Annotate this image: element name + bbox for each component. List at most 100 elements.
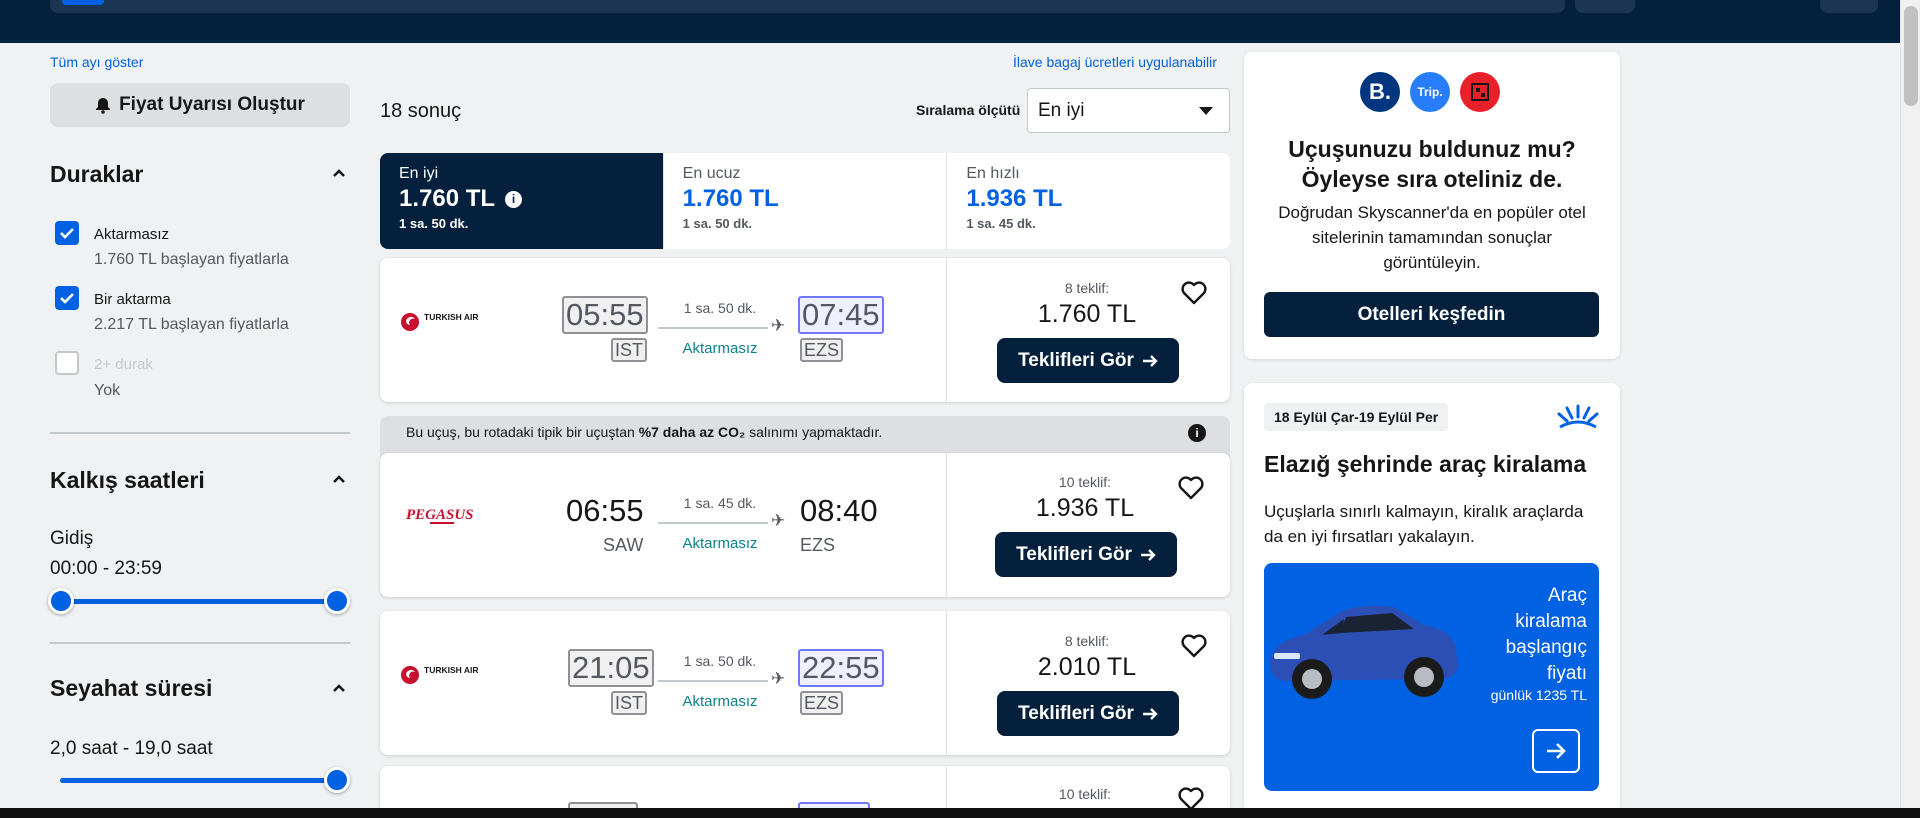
trip-logo: Trip. (1410, 72, 1450, 112)
car-promo-title: Araç kiralama başlangıç fiyatı (1505, 585, 1587, 684)
tab-price: 1.760 TL (399, 185, 496, 212)
chevron-up-icon[interactable] (332, 472, 346, 486)
eco-text-bold: %7 daha az CO₂ (638, 424, 746, 440)
flight-card[interactable]: TURKISH AIRLINES 05:55 IST 1 sa. 50 dk. … (380, 258, 1230, 402)
see-offers-button[interactable]: Teklifleri Gör (995, 532, 1177, 577)
caret-down-icon (1199, 107, 1213, 115)
tab-name: En iyi (399, 165, 439, 182)
heart-icon[interactable] (1180, 280, 1208, 306)
see-offers-label: Teklifleri Gör (1018, 702, 1134, 724)
arrival-airport: EZS (800, 691, 844, 715)
search-summary-field[interactable] (50, 0, 1565, 13)
skyscanner-sun-icon (1557, 404, 1599, 429)
price-alert-button[interactable]: Fiyat Uyarısı Oluştur (50, 83, 350, 127)
departure-slider-max-handle[interactable] (324, 588, 350, 614)
header-button-right[interactable] (1820, 0, 1878, 13)
sort-label: Sıralama ölçütü (916, 102, 1021, 118)
offers-count: 8 teklif: (1064, 280, 1110, 296)
checkmark-icon (60, 293, 74, 304)
departure-airport: IST (611, 338, 648, 362)
sort-select[interactable]: En iyi (1027, 88, 1230, 133)
sort-tabs: En iyi 1.760 TL i 1 sa. 50 dk. En ucuz 1.… (380, 153, 1230, 249)
chevron-up-icon[interactable] (332, 166, 346, 180)
departure-times-heading: Kalkış saatleri (50, 467, 205, 493)
checkbox-two-plus-stops[interactable] (55, 351, 79, 375)
flight-card[interactable]: PEGASUS 06:55 SAW 1 sa. 45 dk. ✈ Aktarma… (380, 453, 1230, 597)
chevron-up-icon[interactable] (332, 681, 346, 695)
turkish-airlines-logo: TURKISH AIRLINES (401, 665, 478, 684)
see-offers-button[interactable]: Teklifleri Gör (997, 691, 1179, 736)
top-search-bar (0, 0, 1920, 43)
stops-info: Aktarmasız (682, 535, 758, 552)
arrow-right-icon (1547, 743, 1566, 759)
departure-time: 06:55 (566, 493, 644, 528)
heart-icon[interactable] (1177, 475, 1205, 501)
direction-label: Gidiş (50, 528, 94, 549)
card-separator (946, 258, 947, 402)
car-promo-banner[interactable]: Araç kiralama başlangıç fiyatı günlük 12… (1264, 563, 1599, 791)
agoda-logo (1460, 72, 1500, 112)
tab-best[interactable]: En iyi 1.760 TL i 1 sa. 50 dk. (380, 153, 664, 249)
arrival-airport: EZS (800, 535, 836, 555)
arrival-time: 07:45 (798, 296, 884, 334)
see-offers-label: Teklifleri Gör (1018, 349, 1134, 371)
offers-count: 10 teklif: (1058, 474, 1112, 490)
departure-range: 00:00 - 23:59 (50, 558, 162, 579)
tab-name: En ucuz (682, 165, 741, 182)
stop-option-price: 2.217 TL başlayan fiyatlarla (94, 316, 289, 333)
pegasus-logo: PEGASUS (406, 507, 474, 524)
bottom-edge (0, 808, 1920, 818)
travel-duration-heading: Seyahat süresi (50, 675, 213, 701)
scrollbar-thumb[interactable] (1904, 6, 1918, 106)
info-icon[interactable]: i (505, 190, 523, 208)
stop-option-label: 2+ durak (94, 356, 153, 373)
tab-name: En hızlı (966, 165, 1020, 182)
offers-count: 10 teklif: (1058, 786, 1112, 802)
stops-info: Aktarmasız (682, 340, 758, 357)
baggage-fees-link[interactable]: İlave bagaj ücretleri uygulanabilir (1013, 54, 1217, 70)
eco-text-after: salınımı yapmaktadır. (745, 424, 883, 440)
departure-airport: IST (611, 691, 648, 715)
hotel-title-line2: Öyleyse sıra oteliniz de. (1301, 166, 1563, 192)
flight-card[interactable]: TURKISH AIRLINES 21:05 IST 1 sa. 50 dk. … (380, 611, 1230, 755)
departure-slider-min-handle[interactable] (48, 588, 74, 614)
stop-option-price: 1.760 TL başlayan fiyatlarla (94, 251, 289, 268)
header-button[interactable] (1575, 0, 1635, 13)
arrival-time: 22:55 (798, 649, 884, 687)
flight-price: 1.760 TL (1037, 300, 1137, 328)
sort-value: En iyi (1038, 100, 1085, 121)
departure-airport: SAW (603, 535, 644, 555)
page-scrollbar[interactable] (1900, 0, 1920, 818)
car-promo-arrow-button[interactable] (1532, 729, 1580, 773)
see-offers-button[interactable]: Teklifleri Gör (997, 338, 1179, 383)
duration-slider-track[interactable] (60, 778, 338, 783)
departure-slider-track[interactable] (60, 599, 338, 604)
airline-name: TURKISH AIRLINES (424, 312, 478, 322)
tab-duration: 1 sa. 50 dk. (682, 216, 753, 231)
hotel-promo-card: B. Trip. Uçuşunuzu buldunuz mu? Öyleyse … (1244, 52, 1620, 359)
stops-heading: Duraklar (50, 161, 144, 187)
partner-mark-icon (1471, 83, 1489, 101)
arrival-airport: EZS (800, 338, 844, 362)
flight-line (658, 680, 768, 682)
eco-text-before: Bu uçuş, bu rotadaki tipik bir uçuştan (406, 424, 639, 440)
tab-cheapest[interactable]: En ucuz 1.760 TL 1 sa. 50 dk. (664, 153, 948, 249)
duration-slider-handle[interactable] (324, 767, 350, 793)
checkbox-nonstop[interactable] (55, 221, 79, 245)
flight-duration: 1 sa. 50 dk. (683, 300, 757, 316)
car-image (1270, 605, 1458, 699)
show-month-link[interactable]: Tüm ayı göster (50, 54, 143, 70)
explore-hotels-button[interactable]: Otelleri keşfedin (1264, 292, 1599, 337)
departure-time: 05:55 (562, 296, 648, 334)
tab-fastest[interactable]: En hızlı 1.936 TL 1 sa. 45 dk. (947, 153, 1230, 249)
flight-duration: 1 sa. 45 dk. (683, 495, 757, 511)
info-icon[interactable]: i (1188, 424, 1206, 442)
arrow-right-icon (1140, 548, 1156, 561)
flight-line (658, 522, 768, 524)
duration-range: 2,0 saat - 19,0 saat (50, 738, 213, 759)
hotel-description: Doğrudan Skyscanner'da en popüler otel s… (1278, 203, 1586, 272)
divider (50, 642, 350, 644)
heart-icon[interactable] (1180, 633, 1208, 659)
checkbox-one-stop[interactable] (55, 286, 79, 310)
car-rental-card[interactable]: 18 Eylül Çar-19 Eylül Per Elazığ şehrind… (1244, 383, 1620, 808)
